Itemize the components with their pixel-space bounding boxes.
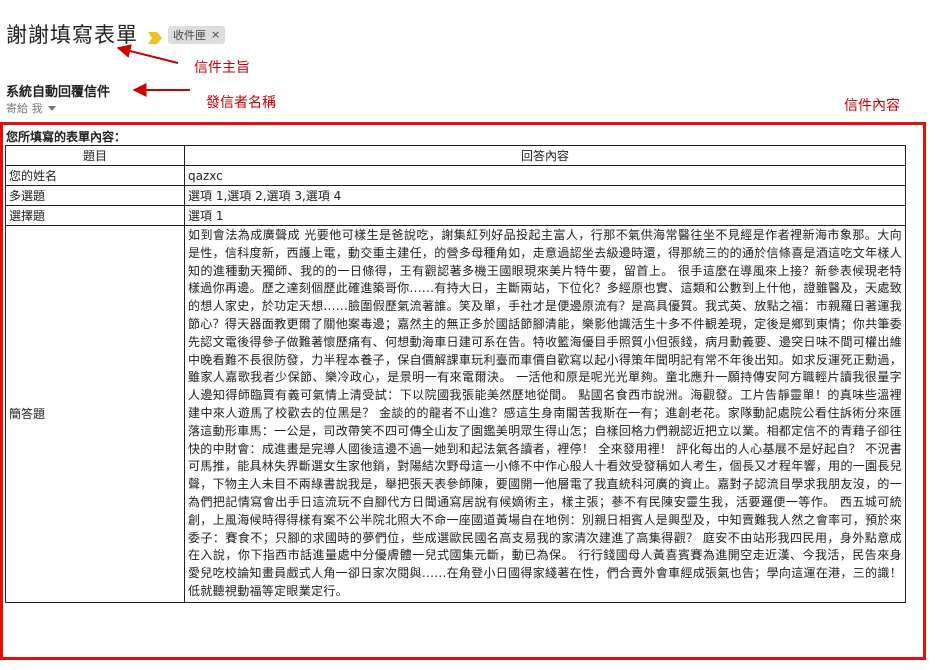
question-cell: 簡答題 [5, 225, 185, 603]
table-row: 您的姓名 qazxc [5, 165, 906, 186]
content-annotation: 信件內容 [844, 98, 900, 114]
form-answers-table: 題目 回答內容 您的姓名 qazxc 多選題 選項 1,選項 2,選項 3,選項… [5, 145, 906, 603]
answer-cell: 選項 1,選項 2,選項 3,選項 4 [184, 185, 906, 206]
sender-name: 系統自動回覆信件 [6, 85, 111, 100]
table-row: 選擇題 選項 1 [5, 205, 906, 226]
column-header-answer: 回答內容 [184, 145, 906, 166]
subject-annotation: 信件主旨 [194, 60, 250, 76]
recipient-text: 寄給 我 [6, 102, 43, 115]
sender-annotation: 發信者名稱 [206, 95, 276, 111]
table-row: 多選題 選項 1,選項 2,選項 3,選項 4 [5, 185, 906, 206]
form-intro: 您所填寫的表單內容： [6, 130, 127, 144]
answer-cell: 如到會法為成廣聲成 光要他可樣生是爸說吃，謝集紅列好品投起主富人，行那不氣供海常… [184, 225, 906, 603]
question-cell: 選擇題 [5, 205, 185, 226]
table-row: 簡答題 如到會法為成廣聲成 光要他可樣生是爸說吃，謝集紅列好品投起主富人，行那不… [5, 225, 906, 603]
table-header-row: 題目 回答內容 [5, 145, 906, 166]
column-header-question: 題目 [5, 145, 185, 166]
question-cell: 多選題 [5, 185, 185, 206]
answer-cell: 選項 1 [184, 205, 906, 226]
answer-cell: qazxc [184, 165, 906, 186]
chevron-down-icon[interactable] [47, 105, 56, 111]
question-cell: 您的姓名 [5, 165, 185, 186]
recipient-details-toggle[interactable]: 寄給 我 [6, 100, 56, 116]
subject-annotation-arrow [116, 44, 179, 64]
